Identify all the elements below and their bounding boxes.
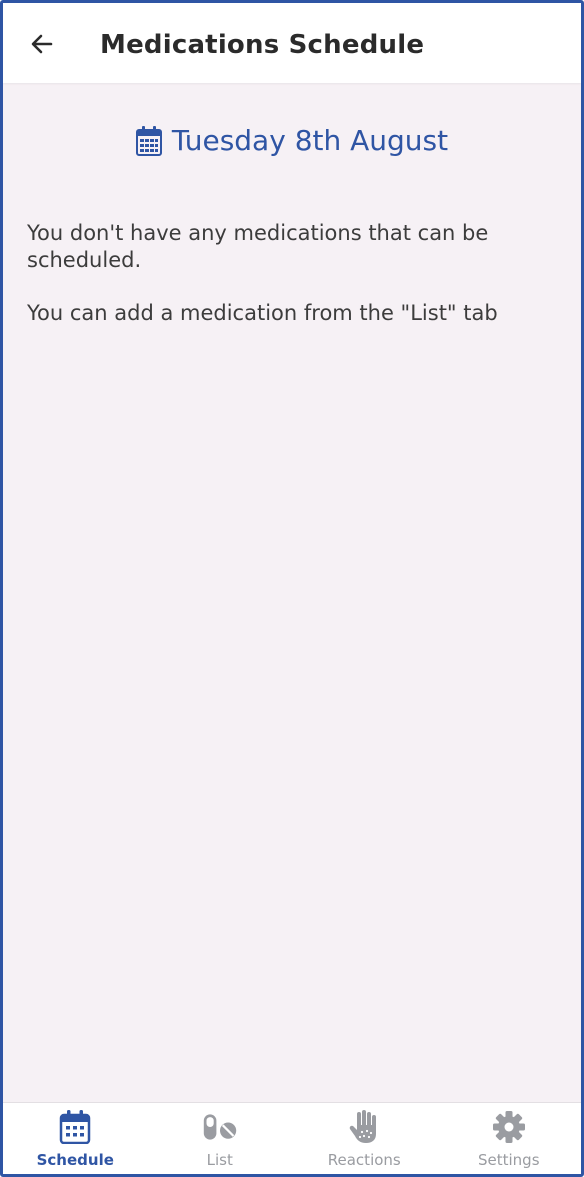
calendar-icon — [57, 1109, 93, 1145]
calendar-icon — [135, 126, 162, 156]
hand-icon — [346, 1109, 382, 1145]
pills-icon — [202, 1109, 238, 1145]
empty-state-message: You don't have any medications that can … — [27, 221, 489, 272]
tab-label-schedule: Schedule — [36, 1151, 114, 1169]
tab-reactions[interactable]: Reactions — [292, 1103, 437, 1174]
back-button[interactable] — [25, 27, 59, 61]
arrow-left-icon — [31, 34, 53, 54]
empty-state-hint: You can add a medication from the "List"… — [27, 301, 498, 325]
tab-label-list: List — [206, 1151, 233, 1169]
tab-label-reactions: Reactions — [327, 1151, 401, 1169]
date-selector[interactable]: Tuesday 8th August — [3, 121, 581, 161]
tab-label-settings: Settings — [477, 1151, 540, 1169]
tab-settings[interactable]: Settings — [437, 1103, 582, 1174]
tab-list[interactable]: List — [148, 1103, 293, 1174]
tab-schedule[interactable]: Schedule — [3, 1103, 148, 1174]
date-label: Tuesday 8th August — [171, 124, 449, 157]
app-header: Medications Schedule — [3, 3, 581, 83]
bottom-tab-bar: Schedule List Reactions Settings — [3, 1102, 581, 1174]
page-title: Medications Schedule — [100, 30, 425, 60]
gear-icon — [491, 1109, 527, 1145]
app-screen: Medications Schedule Tuesday 8th August … — [0, 0, 584, 1177]
